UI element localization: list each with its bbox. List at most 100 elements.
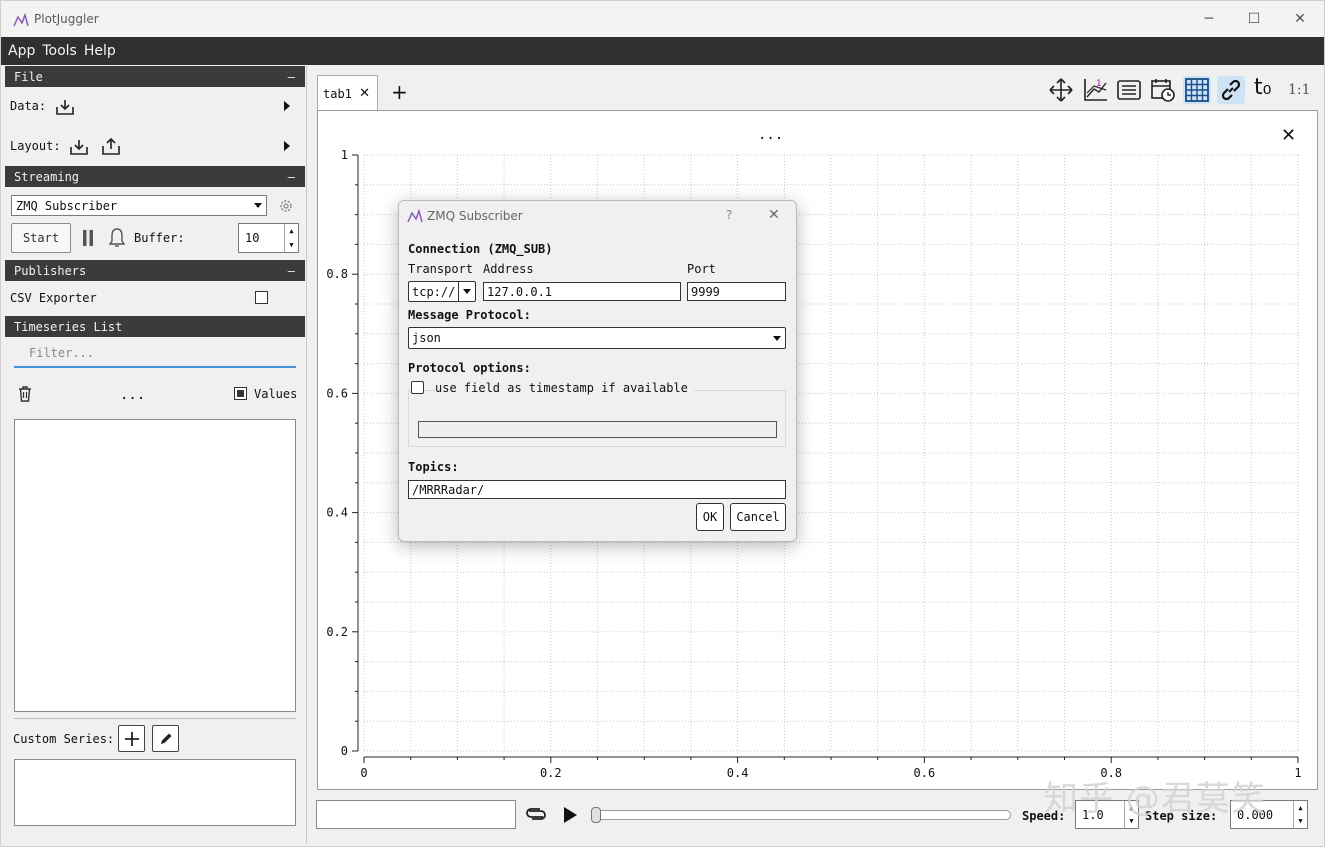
custom-series-label: Custom Series: bbox=[13, 732, 115, 746]
grid-icon[interactable] bbox=[1183, 76, 1211, 104]
maximize-button[interactable]: ☐ bbox=[1231, 1, 1277, 37]
custom-series-list[interactable] bbox=[14, 759, 296, 826]
port-input[interactable]: 9999 bbox=[687, 282, 786, 301]
filter-placeholder: Filter... bbox=[29, 346, 95, 360]
close-tab-icon[interactable]: ✕ bbox=[359, 86, 370, 101]
menu-app[interactable]: App bbox=[8, 43, 35, 59]
more-options-dots[interactable]: ... bbox=[120, 387, 145, 403]
y-tick-label: 0.2 bbox=[326, 625, 348, 639]
menu-tools[interactable]: Tools bbox=[42, 43, 77, 59]
protocol-options-group bbox=[408, 390, 786, 447]
address-input[interactable]: 127.0.0.1 bbox=[483, 282, 681, 301]
watermark-text: 知乎 @君莫笑 bbox=[1044, 779, 1266, 819]
sidebar: File – Data: Layout: Streaming – ZMQ Sub… bbox=[5, 66, 305, 844]
chevron-down-icon bbox=[250, 196, 266, 215]
tab-tab1[interactable]: tab1 ✕ bbox=[317, 75, 378, 111]
y-tick-label: 0.4 bbox=[326, 506, 348, 520]
timeseries-list[interactable] bbox=[14, 419, 296, 712]
loop-icon[interactable] bbox=[525, 804, 547, 824]
x-tick-label: 0.2 bbox=[540, 766, 562, 780]
panel-splitter[interactable] bbox=[306, 66, 307, 844]
timeseries-section-header[interactable]: Timeseries List bbox=[5, 316, 305, 337]
streaming-source-select[interactable]: ZMQ Subscriber bbox=[11, 195, 267, 216]
stepper-down-icon[interactable]: ▼ bbox=[1294, 815, 1307, 829]
divider bbox=[14, 718, 296, 719]
tab-label: tab1 bbox=[323, 86, 352, 101]
help-button[interactable]: ? bbox=[726, 208, 732, 222]
streaming-section-header[interactable]: Streaming – bbox=[5, 166, 305, 187]
chevron-down-icon bbox=[769, 328, 785, 348]
close-window-button[interactable]: ✕ bbox=[1277, 1, 1323, 37]
plotjuggler-logo-icon bbox=[407, 209, 423, 223]
transport-label: Transport bbox=[408, 262, 474, 276]
add-tab-button[interactable]: + bbox=[391, 80, 408, 104]
stepper-down-icon[interactable]: ▼ bbox=[285, 238, 298, 252]
dialog-close-button[interactable]: ✕ bbox=[768, 207, 780, 223]
file-header-label: File bbox=[14, 69, 43, 84]
menu-bar: App Tools Help bbox=[1, 37, 1324, 65]
load-data-icon[interactable] bbox=[55, 98, 75, 116]
layout-label: Layout: bbox=[10, 139, 61, 153]
time-slider-track[interactable] bbox=[594, 810, 1011, 820]
y-tick-label: 0.6 bbox=[326, 386, 348, 400]
plotjuggler-logo-icon bbox=[13, 13, 29, 27]
gear-icon[interactable] bbox=[278, 198, 294, 214]
x-tick-label: 0.6 bbox=[914, 766, 936, 780]
publishers-header-label: Publishers bbox=[14, 263, 87, 278]
bell-icon[interactable] bbox=[108, 227, 126, 249]
cancel-button[interactable]: Cancel bbox=[730, 503, 786, 531]
buffer-stepper[interactable]: 10 ▲ ▼ bbox=[238, 223, 299, 253]
app-window: PlotJuggler ─ ☐ ✕ App Tools Help File – … bbox=[0, 0, 1325, 847]
stepper-up-icon[interactable]: ▲ bbox=[285, 224, 298, 238]
y-tick-label: 0 bbox=[341, 744, 348, 758]
load-layout-icon[interactable] bbox=[69, 138, 89, 156]
file-section-header[interactable]: File – bbox=[5, 66, 305, 87]
time-input[interactable] bbox=[316, 800, 516, 829]
move-icon[interactable] bbox=[1047, 76, 1075, 104]
edit-custom-series-button[interactable] bbox=[152, 725, 179, 752]
timestamp-field-input[interactable] bbox=[418, 421, 777, 438]
topics-input[interactable]: /MRRRadar/ bbox=[408, 480, 786, 499]
minimize-button[interactable]: ─ bbox=[1186, 1, 1232, 37]
values-checkbox[interactable] bbox=[234, 387, 247, 400]
calendar-clock-icon[interactable] bbox=[1149, 76, 1177, 104]
tiled-plot-icon[interactable]: 1 bbox=[1081, 76, 1109, 104]
y-tick-label: 0.8 bbox=[326, 267, 348, 281]
time-offset-button[interactable]: t₀ bbox=[1254, 75, 1271, 100]
buffer-label: Buffer: bbox=[134, 231, 185, 245]
play-icon[interactable] bbox=[561, 805, 579, 825]
list-icon[interactable] bbox=[1115, 76, 1143, 104]
menu-help[interactable]: Help bbox=[84, 43, 116, 59]
buffer-value: 10 bbox=[245, 231, 260, 245]
address-label: Address bbox=[483, 262, 534, 276]
transport-select[interactable]: tcp:// bbox=[408, 281, 476, 302]
publishers-section-header[interactable]: Publishers – bbox=[5, 260, 305, 281]
filter-input[interactable]: Filter... bbox=[14, 343, 296, 368]
stepper-arrows: ▲ ▼ bbox=[1293, 801, 1307, 828]
trash-icon[interactable] bbox=[17, 385, 33, 403]
pause-icon[interactable] bbox=[81, 229, 95, 247]
message-protocol-header: Message Protocol: bbox=[408, 308, 531, 322]
layout-expand-arrow-icon[interactable] bbox=[284, 141, 290, 151]
csv-exporter-checkbox[interactable] bbox=[255, 291, 268, 304]
protocol-options-header: Protocol options: bbox=[408, 361, 531, 375]
add-custom-series-button[interactable] bbox=[118, 725, 145, 752]
ok-button[interactable]: OK bbox=[696, 503, 724, 531]
save-layout-icon[interactable] bbox=[101, 136, 121, 156]
data-expand-arrow-icon[interactable] bbox=[284, 101, 290, 111]
start-streaming-button[interactable]: Start bbox=[11, 223, 71, 253]
csv-exporter-label: CSV Exporter bbox=[10, 291, 97, 305]
stepper-up-icon[interactable]: ▲ bbox=[1294, 801, 1307, 815]
y-tick-label: 1 bbox=[341, 148, 348, 162]
collapse-icon: – bbox=[287, 69, 295, 84]
timestamp-checkbox[interactable] bbox=[411, 381, 424, 394]
collapse-icon: – bbox=[287, 169, 295, 184]
aspect-ratio-button[interactable]: 1:1 bbox=[1288, 82, 1311, 98]
zmq-subscriber-dialog: ZMQ Subscriber ? ✕ Connection (ZMQ_SUB) … bbox=[398, 200, 797, 542]
time-slider-handle[interactable] bbox=[591, 807, 601, 823]
plus-icon bbox=[124, 731, 139, 746]
svg-text:1: 1 bbox=[1096, 79, 1102, 89]
link-icon[interactable] bbox=[1217, 76, 1245, 104]
topics-header: Topics: bbox=[408, 460, 459, 474]
message-protocol-select[interactable]: json bbox=[408, 327, 786, 349]
